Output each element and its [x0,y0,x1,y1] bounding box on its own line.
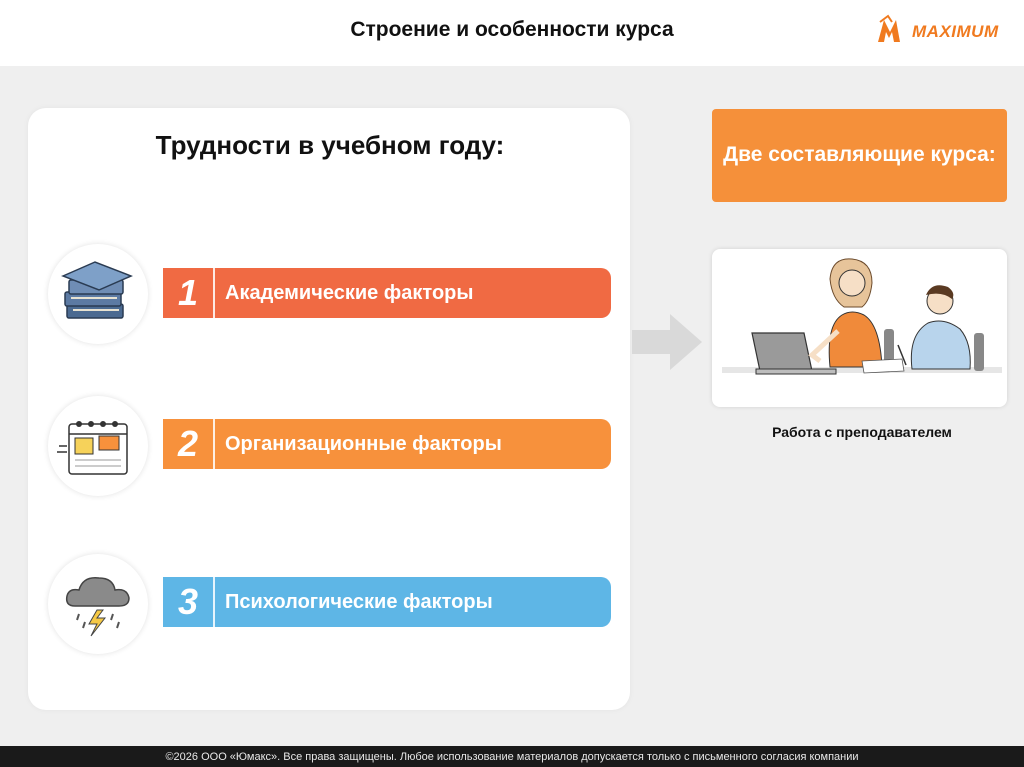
maximum-logo-icon [874,12,910,53]
factor-label: Организационные факторы [225,432,502,455]
teacher-student-illustration-icon [712,249,1007,407]
storm-cloud-icon [48,554,148,654]
calendar-icon [48,396,148,496]
photo-caption: Работа с преподавателем [772,424,952,440]
logo-text: MAXIMUM [912,22,999,41]
logo[interactable]: MAXIMUM [874,14,1024,50]
header-bar: Строение и особенности курса MAXIMUM [0,0,1024,66]
factor-number: 2 [163,419,215,469]
books-icon [48,244,148,344]
course-components-heading: Две составляющие курса: [712,109,1007,202]
page-title: Строение и особенности курса [350,18,674,41]
factor-academic: 1 Академические факторы [163,268,611,318]
factor-organizational: 2 Организационные факторы [163,419,611,469]
factor-number: 1 [163,268,215,318]
card-title: Трудности в учебном году: [155,130,505,160]
footer-copyright: ©2026 ООО «Юмакс». Все права защищены. Л… [0,746,1024,767]
factor-label: Академические факторы [225,281,474,304]
factor-psychological: 3 Психологические факторы [163,577,611,627]
factor-number: 3 [163,577,215,627]
factor-label: Психологические факторы [225,590,493,613]
right-arrow-icon [632,312,702,372]
